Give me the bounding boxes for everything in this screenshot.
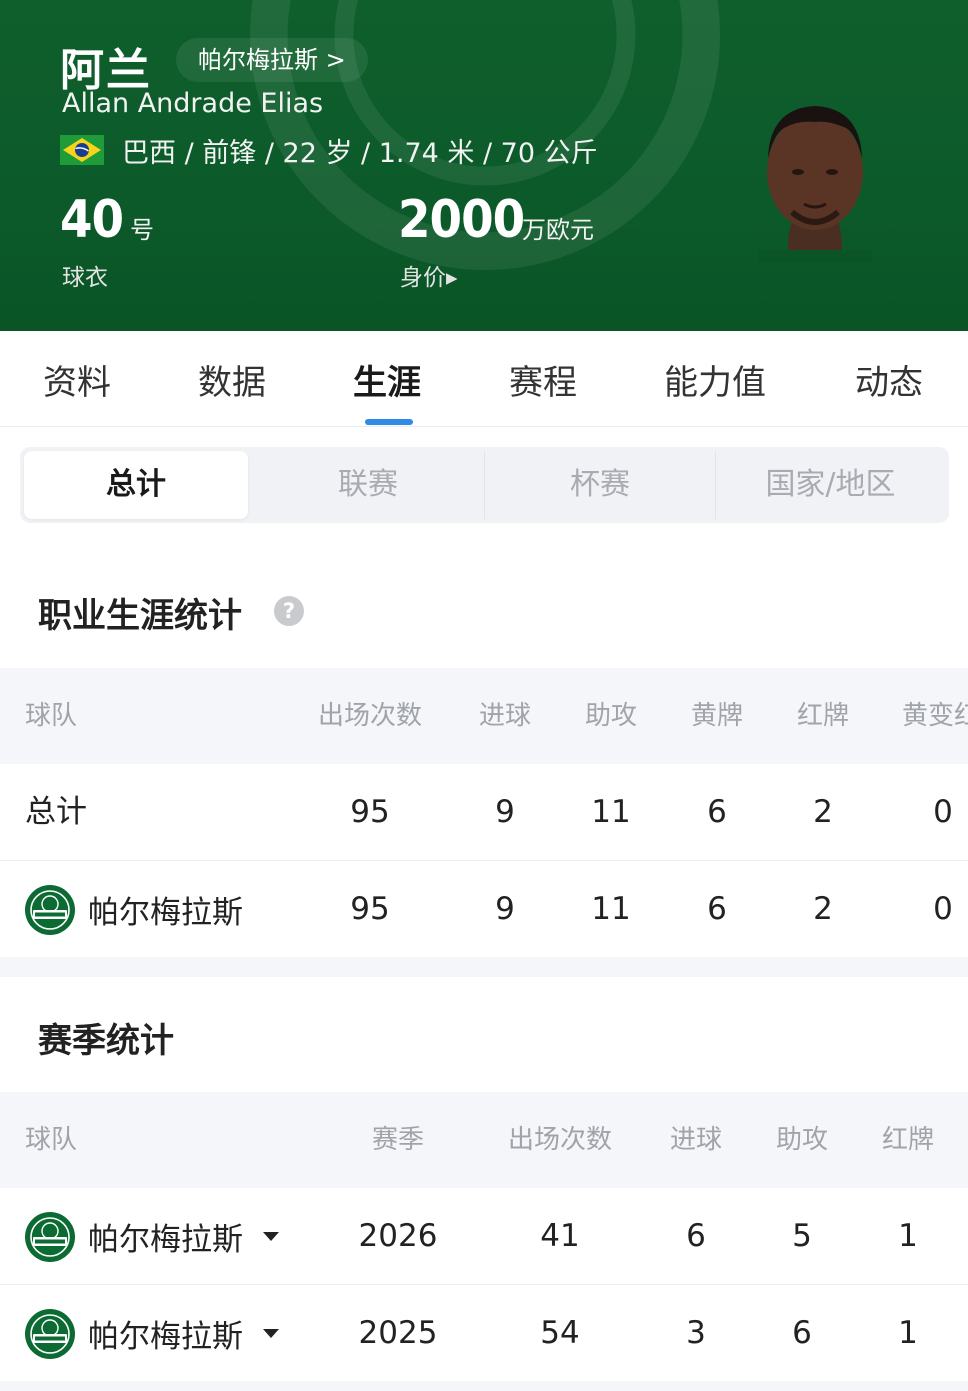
player-english-name: Allan Andrade Elias <box>62 88 324 119</box>
apps-cell: 95 <box>350 794 390 830</box>
club-link[interactable]: 帕尔梅拉斯 > <box>176 38 368 82</box>
second-yellow-cell: 0 <box>933 891 953 927</box>
yellow-cell: 6 <box>707 891 727 927</box>
assists-cell: 5 <box>792 1218 812 1254</box>
jersey-number: 40 <box>60 190 124 250</box>
apps-cell: 41 <box>540 1218 580 1254</box>
red-cell: 2 <box>813 794 833 830</box>
col-second-yellow: 黄变红 <box>902 701 968 731</box>
tab-news[interactable]: 动态 <box>855 355 923 404</box>
col-team: 球队 <box>25 1125 78 1155</box>
competition-filter: 总计 联赛 杯赛 国家/地区 <box>20 447 949 523</box>
question-icon[interactable]: ? <box>274 596 304 626</box>
goals-cell: 9 <box>495 891 515 927</box>
tab-ability[interactable]: 能力值 <box>664 355 766 404</box>
team-cell[interactable]: 帕尔梅拉斯 <box>24 1188 279 1285</box>
col-yellow: 黄牌 <box>690 701 743 731</box>
tab-bar: 资料 数据 生涯 赛程 能力值 动态 <box>0 331 968 427</box>
team-cell[interactable]: 帕尔梅拉斯 <box>24 861 243 958</box>
market-value-unit: 万欧元 <box>522 216 594 244</box>
tab-schedule[interactable]: 赛程 <box>509 355 577 404</box>
palmeiras-crest-icon <box>25 884 75 935</box>
bottom-strip <box>0 1381 968 1391</box>
red-cell: 2 <box>813 891 833 927</box>
filter-total[interactable]: 总计 <box>24 451 248 519</box>
career-table-header: 球队 出场次数 进球 助攻 黄牌 红牌 黄变红 <box>0 668 968 764</box>
palmeiras-crest-icon <box>25 1308 75 1359</box>
filter-league[interactable]: 联赛 <box>252 451 484 519</box>
season-table-header: 球队 赛季 出场次数 进球 助攻 红牌 <box>0 1092 968 1188</box>
team-cell[interactable]: 帕尔梅拉斯 <box>24 1285 279 1382</box>
goals-cell: 9 <box>495 794 515 830</box>
col-assists: 助攻 <box>775 1125 828 1155</box>
col-season: 赛季 <box>371 1125 424 1155</box>
apps-cell: 95 <box>350 891 390 927</box>
caret-down-icon[interactable] <box>263 1329 279 1338</box>
assists-cell: 6 <box>792 1315 812 1351</box>
col-red: 红牌 <box>881 1125 934 1155</box>
goals-cell: 3 <box>686 1315 706 1351</box>
team-name: 帕尔梅拉斯 <box>88 1319 243 1355</box>
filter-national[interactable]: 国家/地区 <box>716 451 945 519</box>
yellow-cell: 6 <box>707 794 727 830</box>
table-row[interactable]: 帕尔梅拉斯 2026 41 6 5 1 <box>0 1188 968 1285</box>
red-cell: 1 <box>898 1218 918 1254</box>
tab-profile[interactable]: 资料 <box>43 355 111 404</box>
team-name: 帕尔梅拉斯 <box>88 895 243 931</box>
player-header: 阿兰 帕尔梅拉斯 > Allan Andrade Elias 巴西 / 前锋 /… <box>0 0 968 331</box>
assists-cell: 11 <box>591 891 631 927</box>
filter-cup[interactable]: 杯赛 <box>485 451 715 519</box>
col-team: 球队 <box>25 701 78 731</box>
goals-cell: 6 <box>686 1218 706 1254</box>
col-goals: 进球 <box>669 1125 722 1155</box>
brazil-flag-icon <box>60 135 104 165</box>
section-divider <box>0 957 968 977</box>
col-red: 红牌 <box>796 701 849 731</box>
career-section-title: 职业生涯统计 <box>38 596 242 636</box>
market-value: 2000 <box>398 190 525 250</box>
red-cell: 1 <box>898 1315 918 1351</box>
second-yellow-cell: 0 <box>933 794 953 830</box>
season-section-title: 赛季统计 <box>38 1021 174 1061</box>
jersey-label: 球衣 <box>62 265 108 291</box>
tab-stats[interactable]: 数据 <box>198 355 266 404</box>
table-row[interactable]: 帕尔梅拉斯 95 9 11 6 2 0 <box>0 861 968 958</box>
apps-cell: 54 <box>540 1315 580 1351</box>
active-tab-indicator <box>365 419 413 425</box>
team-name: 帕尔梅拉斯 <box>88 1222 243 1258</box>
palmeiras-crest-icon <box>25 1211 75 1262</box>
assists-cell: 11 <box>591 794 631 830</box>
jersey-unit: 号 <box>130 216 154 244</box>
tab-career[interactable]: 生涯 <box>353 355 421 404</box>
player-avatar <box>758 106 872 262</box>
player-info: 巴西 / 前锋 / 22 岁 / 1.74 米 / 70 公斤 <box>122 137 598 169</box>
team-total-label: 总计 <box>25 794 87 830</box>
col-goals: 进球 <box>478 701 531 731</box>
market-value-link[interactable]: 身价▸ <box>400 258 458 292</box>
table-row[interactable]: 总计 95 9 11 6 2 0 <box>0 764 968 861</box>
table-row[interactable]: 帕尔梅拉斯 2025 54 3 6 1 <box>0 1285 968 1382</box>
col-apps: 出场次数 <box>507 1125 612 1155</box>
season-cell: 2025 <box>358 1315 438 1351</box>
season-cell: 2026 <box>358 1218 438 1254</box>
col-apps: 出场次数 <box>317 701 422 731</box>
col-assists: 助攻 <box>584 701 637 731</box>
caret-down-icon[interactable] <box>263 1232 279 1241</box>
player-info-row: 巴西 / 前锋 / 22 岁 / 1.74 米 / 70 公斤 <box>60 132 598 169</box>
